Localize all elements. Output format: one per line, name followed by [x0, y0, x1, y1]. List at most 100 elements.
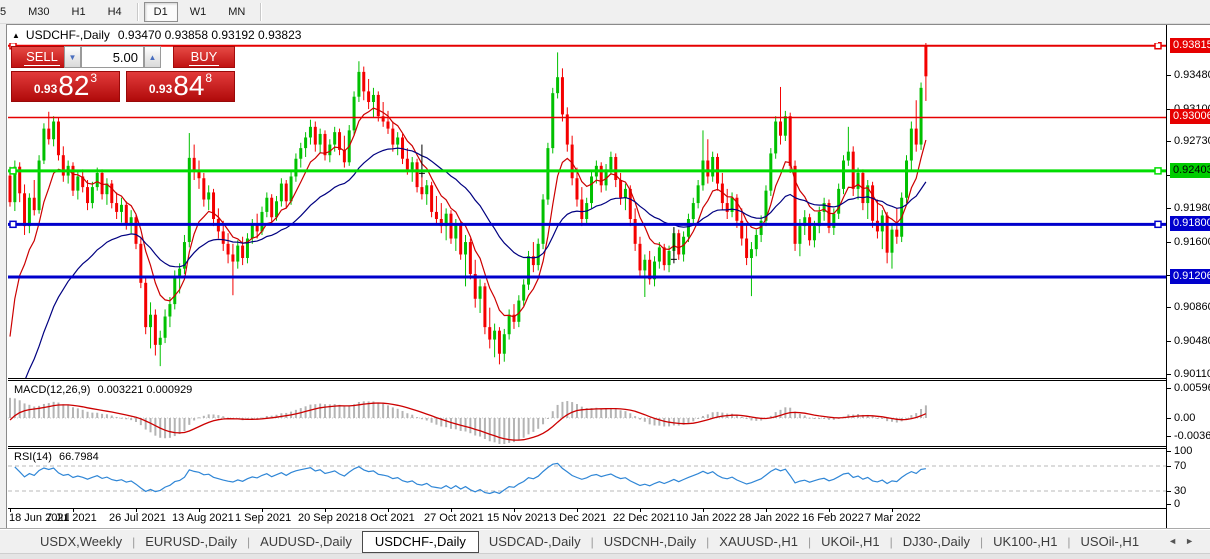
- one-click-trading-panel: SELL ▼ ▲ BUY 0.93 82 3 0.93 84 8: [11, 46, 235, 102]
- tab-scroll-left-icon[interactable]: ◄: [1168, 536, 1185, 546]
- price-axis-label: 0.90860: [1174, 301, 1210, 313]
- price-axis-label: 0.90110: [1174, 368, 1210, 380]
- panel-separator[interactable]: [8, 380, 1166, 381]
- line-handle[interactable]: [10, 221, 16, 227]
- date-axis-label: 8 Oct 2021: [361, 512, 415, 524]
- date-axis-label: 15 Nov 2021: [487, 512, 549, 524]
- timeframe-button-MN[interactable]: MN: [218, 2, 255, 22]
- tab-usdx-weekly[interactable]: USDX,Weekly: [30, 532, 132, 551]
- volume-decrease-button[interactable]: ▼: [64, 46, 81, 68]
- macd-axis-label: 0.005963: [1174, 382, 1210, 394]
- price-badge-0.93006: 0.93006: [1170, 109, 1210, 124]
- line-handle[interactable]: [1155, 168, 1161, 174]
- panel-separator[interactable]: [8, 448, 1166, 449]
- price-axis-tick: [1167, 374, 1171, 375]
- date-axis-label: 22 Dec 2021: [613, 512, 675, 524]
- date-axis-label: 27 Oct 2021: [424, 512, 484, 524]
- price-axis-label: 0.93480: [1174, 69, 1210, 81]
- spinner-down-icon: ▼: [69, 53, 77, 62]
- buy-button[interactable]: BUY: [173, 46, 235, 68]
- date-axis-label: 10 Jan 2022: [676, 512, 737, 524]
- statusbar-strip: [0, 553, 1210, 559]
- panel-separator[interactable]: [8, 378, 1166, 379]
- mt4-workspace: 5M30H1H4 D1W1MN ▲ USDCHF-,Daily 0.93470 0…: [0, 0, 1210, 559]
- price-axis-label: 0.92730: [1174, 135, 1210, 147]
- line-handle[interactable]: [1155, 43, 1161, 49]
- rsi-axis-tick: [1167, 504, 1171, 505]
- price-badge-0.92403: 0.92403: [1170, 163, 1210, 178]
- chart-title-ohlc: 0.93470 0.93858 0.93192 0.93823: [118, 28, 302, 42]
- tab-dj30-daily[interactable]: DJ30-,Daily: [893, 532, 980, 551]
- line-handle[interactable]: [1155, 221, 1161, 227]
- tab-scroll-right-icon[interactable]: ►: [1185, 536, 1202, 546]
- rsi-name: RSI(14): [14, 451, 52, 463]
- tab-audusd-daily[interactable]: AUDUSD-,Daily: [250, 532, 362, 551]
- timeframe-button-H1[interactable]: H1: [62, 2, 96, 22]
- rsi-axis-label: 100: [1174, 445, 1192, 457]
- tab-usdcad-daily[interactable]: USDCAD-,Daily: [479, 532, 591, 551]
- tab-eurusd-daily[interactable]: EURUSD-,Daily: [135, 532, 247, 551]
- price-axis-tick: [1167, 75, 1171, 76]
- tab-usoil-h1[interactable]: USOil-,H1: [1071, 532, 1150, 551]
- rsi-axis-tick: [1167, 451, 1171, 452]
- collapse-triangle-icon[interactable]: ▲: [12, 31, 20, 40]
- date-axis-label: 7 Mar 2022: [865, 512, 921, 524]
- price-axis[interactable]: 0.934800.931000.927300.923500.919800.916…: [1166, 25, 1210, 528]
- buy-price-prefix: 0.93: [149, 82, 172, 96]
- price-axis-tick: [1167, 208, 1171, 209]
- date-axis-label: 20 Sep 2021: [298, 512, 360, 524]
- date-axis-label: 16 Feb 2022: [802, 512, 864, 524]
- macd-axis-label: 0.00: [1174, 412, 1195, 424]
- timeframe-button-H4[interactable]: H4: [98, 2, 132, 22]
- rsi-indicator-canvas[interactable]: [8, 449, 1166, 507]
- volume-increase-button[interactable]: ▲: [144, 46, 161, 68]
- buy-price-box[interactable]: 0.93 84 8: [126, 71, 235, 102]
- date-axis-label: 7 Jul 2021: [46, 512, 97, 524]
- tab-ukoil-h1[interactable]: UKOil-,H1: [811, 532, 890, 551]
- toolbar-separator: [137, 3, 139, 21]
- chart-tab-bar: USDX,Weekly|EURUSD-,Daily|AUDUSD-,DailyU…: [0, 530, 1210, 553]
- date-axis-label: 28 Jan 2022: [739, 512, 800, 524]
- rsi-axis-label: 70: [1174, 460, 1186, 472]
- tab-usdcnh-daily[interactable]: USDCNH-,Daily: [594, 532, 706, 551]
- rsi-axis-label: 0: [1174, 498, 1180, 510]
- price-axis-label: 0.91980: [1174, 202, 1210, 214]
- sell-price-big: 82: [58, 73, 89, 99]
- tab-xauusd-h1[interactable]: XAUUSD-,H1: [709, 532, 808, 551]
- buy-price-sup: 8: [205, 71, 212, 85]
- timeframe-button-D1[interactable]: D1: [144, 2, 178, 22]
- buy-price-big: 84: [173, 73, 204, 99]
- price-axis-label: 0.90480: [1174, 335, 1210, 347]
- date-axis-label: 26 Jul 2021: [109, 512, 166, 524]
- macd-axis-label: -0.003664: [1174, 430, 1210, 442]
- price-axis-tick: [1167, 141, 1171, 142]
- volume-input[interactable]: [81, 46, 144, 68]
- chart-title-symbol: USDCHF-,Daily: [26, 28, 110, 42]
- price-axis-tick: [1167, 307, 1171, 308]
- ma-fast-line: [10, 108, 926, 337]
- panel-separator[interactable]: [8, 446, 1166, 447]
- price-badge-0.91206: 0.91206: [1170, 269, 1210, 284]
- rsi-axis-tick: [1167, 491, 1171, 492]
- toolbar-separator: [260, 3, 262, 21]
- sell-price-prefix: 0.93: [34, 82, 57, 96]
- timeframe-button-M30[interactable]: M30: [18, 2, 59, 22]
- timeframe-toolbar: 5M30H1H4 D1W1MN: [0, 0, 1210, 24]
- tab-scroll-arrows: ◄►: [1168, 536, 1202, 546]
- timeframe-button-W1[interactable]: W1: [180, 2, 217, 22]
- date-axis-label: 13 Aug 2021: [172, 512, 234, 524]
- macd-values: 0.003221 0.000929: [97, 384, 192, 396]
- sell-price-box[interactable]: 0.93 82 3: [11, 71, 120, 102]
- price-axis-label: 0.91600: [1174, 236, 1210, 248]
- price-badge-0.93815: 0.93815: [1170, 38, 1210, 53]
- date-axis-label: 1 Sep 2021: [235, 512, 291, 524]
- date-axis[interactable]: 18 Jun 20217 Jul 202126 Jul 202113 Aug 2…: [8, 509, 1166, 528]
- tab-uk100-h1[interactable]: UK100-,H1: [983, 532, 1067, 551]
- price-axis-tick: [1167, 242, 1171, 243]
- timeframe-button-5[interactable]: 5: [0, 2, 16, 22]
- tab-usdchf-daily[interactable]: USDCHF-,Daily: [362, 531, 479, 553]
- price-badge-0.91800: 0.91800: [1170, 216, 1210, 231]
- ma-slow-line: [10, 148, 926, 378]
- spinner-up-icon: ▲: [149, 53, 157, 62]
- line-handle[interactable]: [10, 168, 16, 174]
